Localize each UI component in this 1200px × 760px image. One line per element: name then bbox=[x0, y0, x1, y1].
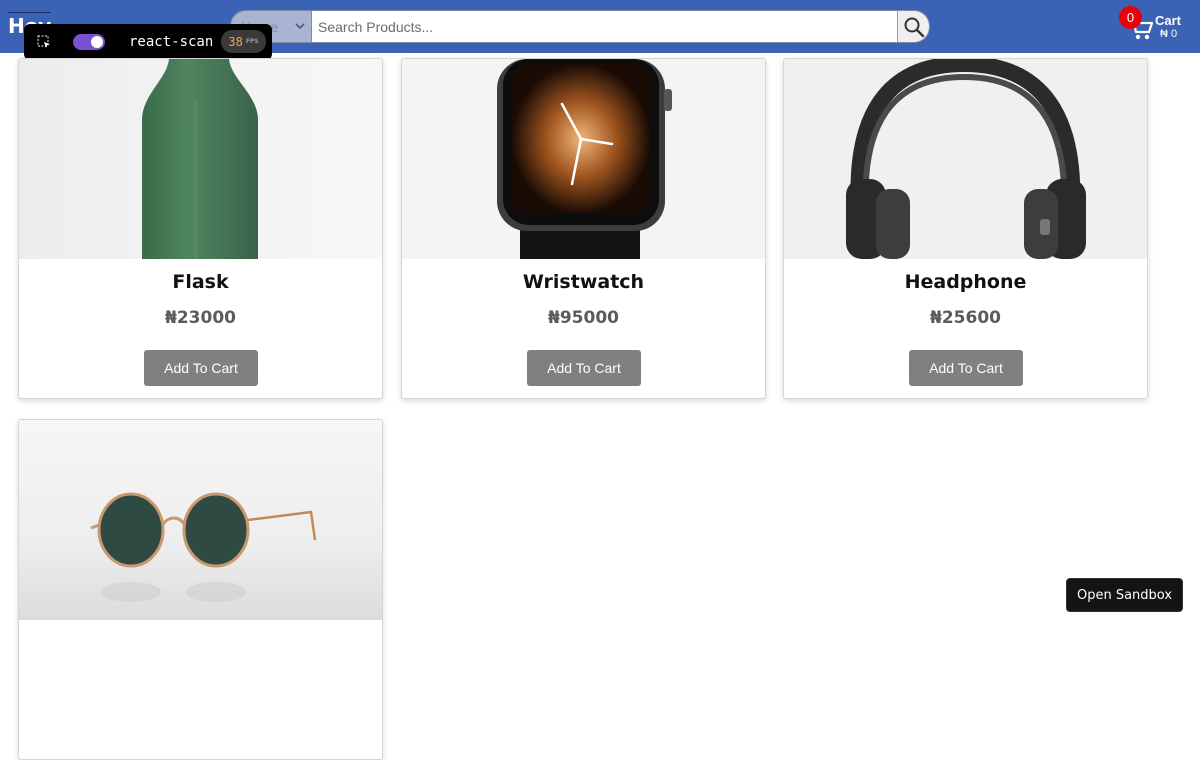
product-image-wristwatch[interactable] bbox=[402, 59, 765, 259]
product-name: Headphone bbox=[904, 271, 1027, 293]
chevron-down-icon bbox=[295, 23, 305, 30]
product-image-sunglasses[interactable] bbox=[19, 420, 382, 620]
product-card: Wristwatch ₦95000 Add To Cart bbox=[401, 58, 766, 399]
add-to-cart-button[interactable]: Add To Cart bbox=[527, 350, 641, 386]
inspect-element-icon[interactable] bbox=[37, 35, 51, 49]
magnifier-icon bbox=[904, 17, 924, 37]
cart-label: Cart bbox=[1155, 13, 1182, 28]
product-name: Wristwatch bbox=[522, 271, 645, 293]
product-price: ₦95000 bbox=[548, 308, 619, 328]
product-card: Headphone ₦25600 Add To Cart bbox=[783, 58, 1148, 399]
cart-widget[interactable]: 0 Cart ₦ 0 bbox=[1118, 4, 1188, 46]
search-input[interactable] bbox=[312, 10, 897, 43]
fps-value: 38 bbox=[228, 34, 243, 49]
product-price: ₦23000 bbox=[165, 308, 236, 328]
product-card bbox=[18, 419, 383, 760]
react-scan-label: react-scan bbox=[129, 34, 214, 50]
fps-unit: FPS bbox=[245, 38, 259, 45]
add-to-cart-button[interactable]: Add To Cart bbox=[144, 350, 258, 386]
open-sandbox-button[interactable]: Open Sandbox bbox=[1066, 578, 1183, 612]
toggle-knob bbox=[91, 36, 103, 48]
search-button[interactable] bbox=[897, 10, 930, 43]
react-scan-toolbar: react-scan 38 FPS bbox=[24, 24, 272, 60]
product-image-headphone[interactable] bbox=[784, 59, 1147, 259]
fps-counter: 38 FPS bbox=[221, 30, 266, 53]
product-card: Flask ₦23000 Add To Cart bbox=[18, 58, 383, 399]
react-scan-toggle[interactable] bbox=[73, 34, 105, 50]
product-name: Flask bbox=[172, 271, 229, 293]
product-price: ₦25600 bbox=[930, 308, 1001, 328]
product-image-flask[interactable] bbox=[19, 59, 382, 259]
add-to-cart-button[interactable]: Add To Cart bbox=[909, 350, 1023, 386]
cart-total: ₦ 0 bbox=[1160, 28, 1178, 40]
search-bar: Home bbox=[230, 10, 930, 43]
cart-count-badge: 0 bbox=[1119, 6, 1142, 29]
